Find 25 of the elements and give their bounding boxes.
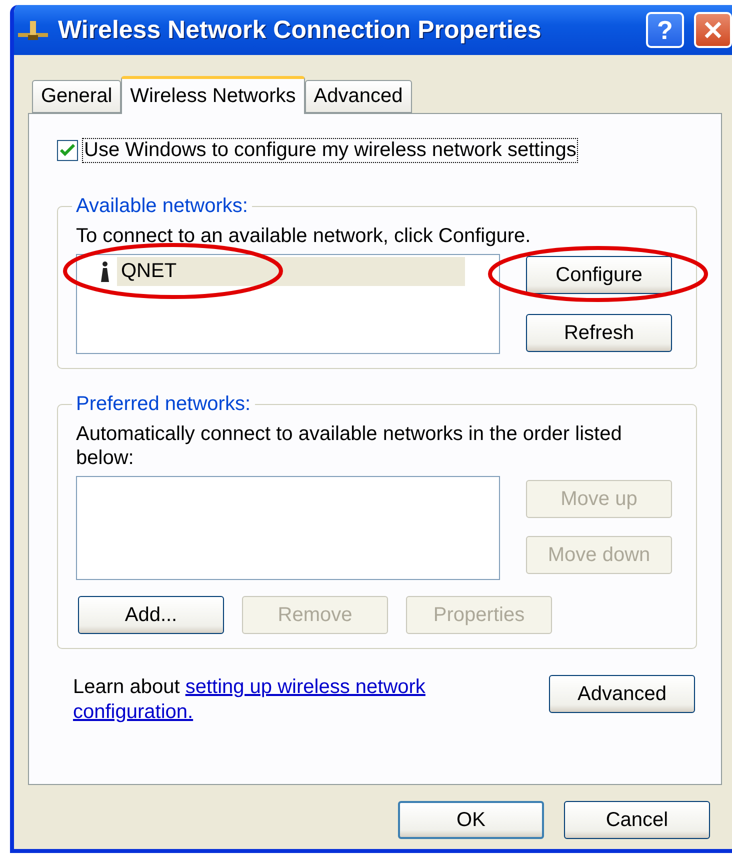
- dialog-button[interactable]: OK: [398, 801, 544, 839]
- tab[interactable]: Advanced: [304, 80, 412, 113]
- help-text: Learn about: [73, 676, 181, 698]
- help-link[interactable]: configuration.: [73, 701, 194, 723]
- dialog-button[interactable]: Refresh: [526, 314, 672, 352]
- dialog-button[interactable]: Cancel: [564, 801, 710, 839]
- tab[interactable]: General: [32, 80, 122, 113]
- tab[interactable]: Wireless Networks: [121, 76, 305, 114]
- checkbox[interactable]: [57, 140, 78, 161]
- close-icon: [703, 20, 723, 40]
- dialog-button[interactable]: Add...: [78, 596, 224, 634]
- dialog-button[interactable]: Configure: [526, 256, 672, 294]
- dialog-button[interactable]: Advanced: [549, 675, 695, 713]
- help-button[interactable]: ?: [646, 12, 684, 48]
- close-button[interactable]: [694, 12, 732, 48]
- antenna-icon: [99, 260, 111, 282]
- network-plug-icon: [18, 19, 48, 41]
- network-item[interactable]: QNET: [117, 257, 465, 286]
- instruction-text: To connect to an available network, click Configure.: [76, 224, 532, 248]
- group-title: Available networks:: [75, 195, 249, 218]
- window-title: Wireless Network Connection Properties: [58, 16, 542, 44]
- group-title: Preferred networks:: [75, 393, 252, 416]
- checkbox-label: Use Windows to configure my wireless network settings: [82, 138, 578, 163]
- help-link[interactable]: setting up wireless network: [185, 676, 426, 698]
- instruction-text: Automatically connect to available networks in the order listed below:: [76, 422, 623, 470]
